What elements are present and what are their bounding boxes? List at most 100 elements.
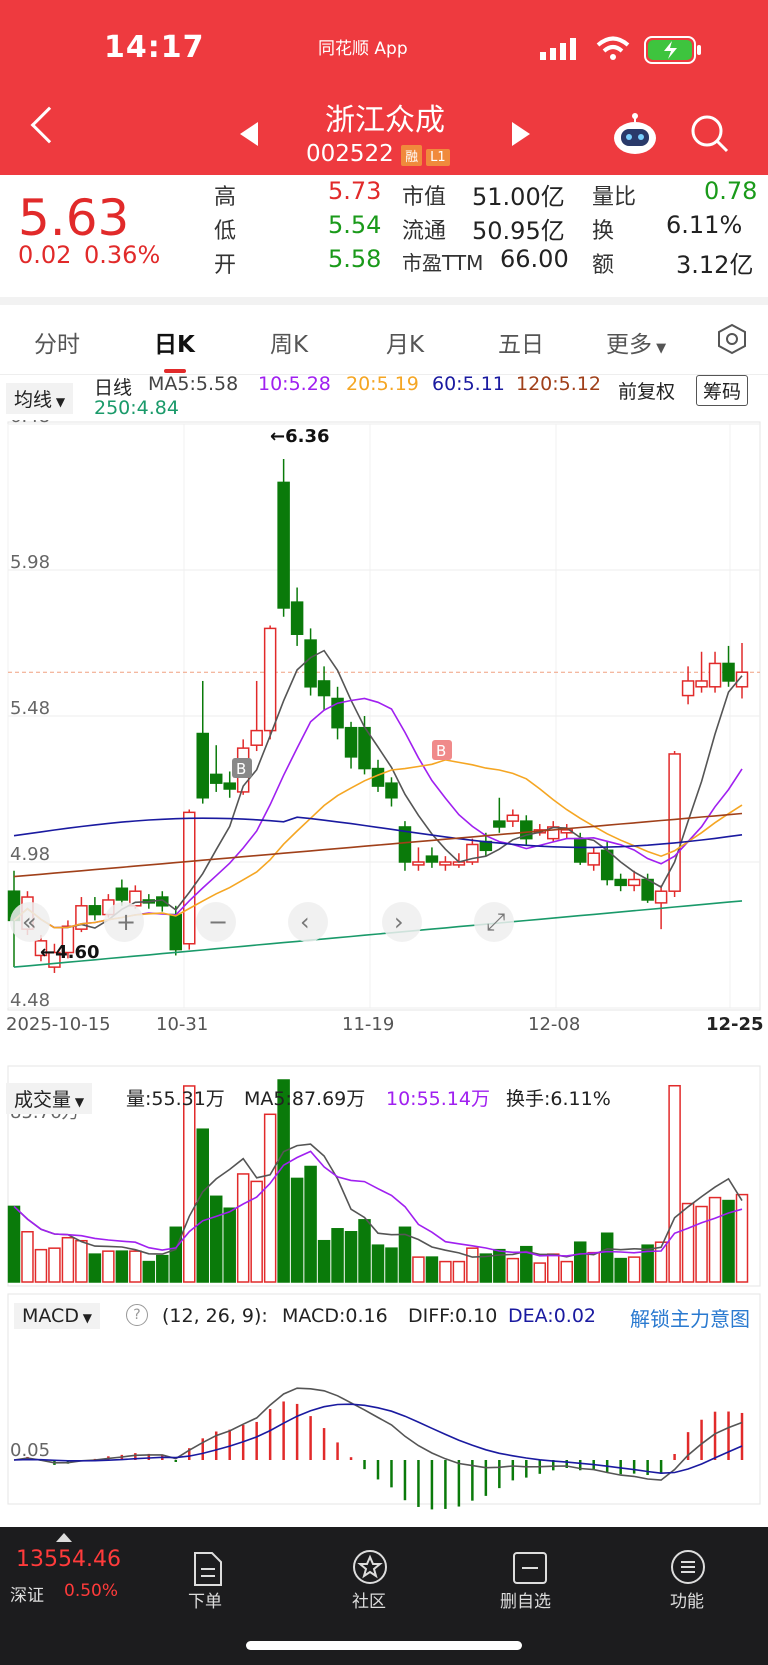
float-label: 流通	[402, 219, 447, 244]
volume-ma5: MA5:87.69万	[244, 1088, 366, 1110]
index-value[interactable]: 13554.46	[16, 1547, 121, 1572]
back-button[interactable]	[30, 106, 68, 144]
low-annotation: ←4.60	[40, 942, 100, 963]
volume-bar	[223, 1207, 236, 1283]
volume-bar	[34, 1248, 48, 1283]
candle-body	[263, 627, 277, 732]
vr-label: 量比	[592, 185, 637, 210]
help-icon[interactable]: ?	[126, 1304, 148, 1326]
adjust-button[interactable]: 前复权	[618, 377, 675, 404]
candle-body	[614, 878, 627, 887]
remove-watchlist-label[interactable]: 删自选	[500, 1587, 551, 1612]
candle-body	[196, 732, 209, 799]
candle-body	[290, 601, 304, 635]
ma10-value: 10:5.28	[258, 373, 331, 395]
volume-bar	[317, 1239, 331, 1283]
volume-bar	[547, 1253, 560, 1283]
volume-select[interactable]: 成交量 ▼	[6, 1083, 93, 1114]
next-stock-button[interactable]	[512, 122, 530, 146]
stock-code: 002522 融 L1	[306, 141, 450, 167]
volume-bar	[115, 1250, 129, 1283]
menu-icon[interactable]	[670, 1549, 706, 1585]
price-tick-label: 6.48	[10, 420, 50, 427]
search-icon[interactable]	[690, 114, 730, 154]
volume-bar	[196, 1128, 209, 1283]
kline-chart[interactable]: 6.48 5.98 5.48 4.98 4.48 2025-10-15 10-31 11-19…	[0, 420, 768, 1520]
candle-body	[317, 680, 331, 697]
prev-stock-button[interactable]	[240, 122, 258, 146]
volume-bar	[169, 1226, 183, 1283]
candle-body	[573, 837, 587, 863]
turnover-label: 换	[592, 219, 615, 244]
ma-select[interactable]: 均线 ▼	[6, 383, 74, 414]
order-icon[interactable]	[192, 1551, 224, 1587]
candle-body	[425, 855, 439, 863]
community-icon[interactable]	[352, 1549, 388, 1585]
volume-bar	[331, 1228, 344, 1283]
ma-select-label: 均线	[14, 389, 53, 411]
tab-weekly[interactable]: 周K	[270, 325, 308, 359]
community-label[interactable]: 社区	[352, 1587, 386, 1612]
volume-bar	[425, 1256, 439, 1283]
volume-bar	[21, 1231, 34, 1283]
volume-bar	[506, 1257, 520, 1283]
low-value: 5.54	[328, 211, 382, 239]
caret-down-icon: ▼	[78, 1311, 93, 1325]
date-label: 2025-10-15	[6, 1014, 111, 1035]
tab-monthly[interactable]: 月K	[386, 325, 424, 359]
volume-bar	[466, 1247, 479, 1283]
volume-bar	[708, 1196, 722, 1283]
date-label: 12-25	[706, 1014, 764, 1035]
volume-bar	[533, 1262, 547, 1283]
tab-five-day[interactable]: 五日	[498, 325, 544, 359]
candle-body	[412, 861, 425, 866]
remove-watchlist-icon[interactable]	[512, 1551, 548, 1585]
volume-bar	[371, 1244, 385, 1283]
order-label[interactable]: 下单	[188, 1587, 222, 1612]
price-tick-label: 4.98	[10, 844, 50, 865]
amount-label: 额	[592, 253, 615, 278]
tab-more[interactable]: 更多 ▼	[606, 325, 666, 359]
settings-hexagon-icon[interactable]	[716, 323, 748, 355]
volume-bar	[573, 1241, 587, 1283]
volume-select-label: 成交量	[14, 1089, 72, 1111]
turnover-value: 6.11%	[666, 211, 743, 239]
ma250-value: 250:4.84	[94, 397, 179, 419]
volume-bar	[452, 1260, 466, 1283]
volume-bar	[304, 1165, 317, 1283]
chip-button[interactable]: 筹码	[696, 375, 749, 406]
date-label: 10-31	[156, 1014, 208, 1035]
volume-bar	[358, 1219, 371, 1283]
volume-bar	[668, 1084, 681, 1283]
chart-control-glyph: ‹	[300, 908, 310, 936]
margin-tag: 融	[401, 145, 423, 166]
ma-period: 日线	[94, 377, 133, 399]
macd-value: MACD:0.16	[282, 1305, 388, 1327]
open-value: 5.58	[328, 245, 382, 273]
robot-icon[interactable]	[612, 112, 658, 156]
volume-bar	[88, 1253, 102, 1283]
diff-value: DIFF:0.10	[408, 1305, 498, 1327]
macd-select[interactable]: MACD ▼	[14, 1303, 101, 1329]
volume-bar	[263, 1113, 277, 1283]
price-change: 0.02	[18, 241, 72, 269]
candle-body	[183, 811, 196, 945]
volume-bar	[290, 1177, 304, 1283]
index-up-icon	[56, 1533, 72, 1542]
tab-daily[interactable]: 日K	[154, 325, 195, 359]
candle-body	[88, 905, 102, 916]
macd-params: (12, 26, 9):	[162, 1305, 268, 1327]
volume-bar	[412, 1256, 425, 1283]
candle-body	[600, 849, 614, 881]
candle-body	[439, 861, 452, 866]
volume-bar	[183, 1085, 196, 1283]
volume-bar	[681, 1202, 695, 1283]
chart-control-glyph: −	[208, 908, 228, 936]
status-time: 14:17	[104, 30, 205, 65]
volume-bar	[587, 1251, 600, 1283]
function-label[interactable]: 功能	[670, 1587, 704, 1612]
candle-body	[209, 773, 223, 784]
unlock-link[interactable]: 解锁主力意图	[630, 1303, 750, 1332]
candle-body	[223, 782, 236, 790]
tab-intraday[interactable]: 分时	[34, 325, 80, 359]
